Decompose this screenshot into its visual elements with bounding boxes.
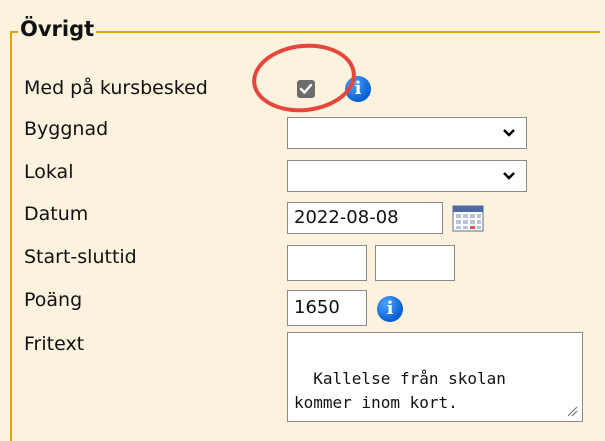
datum-input[interactable]: 2022-08-08 bbox=[287, 202, 443, 234]
chevron-down-icon bbox=[503, 129, 515, 137]
chevron-down-icon bbox=[503, 172, 515, 180]
byggnad-select[interactable] bbox=[287, 117, 527, 149]
start-sluttid-label: Start-sluttid bbox=[24, 246, 137, 268]
fritext-label: Fritext bbox=[24, 333, 85, 355]
fritext-value: Kallelse från skolan kommer inom kort. bbox=[294, 369, 506, 412]
calendar-icon[interactable] bbox=[452, 204, 484, 232]
lokal-select[interactable] bbox=[287, 160, 527, 192]
section-legend: Övrigt bbox=[18, 16, 97, 42]
lokal-label: Lokal bbox=[24, 161, 74, 183]
end-time-input[interactable] bbox=[375, 245, 455, 281]
byggnad-label: Byggnad bbox=[24, 118, 109, 140]
fritext-textarea[interactable]: Kallelse från skolan kommer inom kort. bbox=[287, 332, 583, 422]
poang-label: Poäng bbox=[24, 289, 83, 311]
med-pa-kursbesked-label: Med på kursbesked bbox=[24, 77, 208, 99]
poang-input[interactable]: 1650 bbox=[287, 290, 367, 326]
resize-handle-icon[interactable] bbox=[566, 405, 578, 417]
info-icon[interactable]: i bbox=[377, 296, 403, 322]
start-time-input[interactable] bbox=[287, 245, 367, 281]
datum-label: Datum bbox=[24, 203, 89, 225]
